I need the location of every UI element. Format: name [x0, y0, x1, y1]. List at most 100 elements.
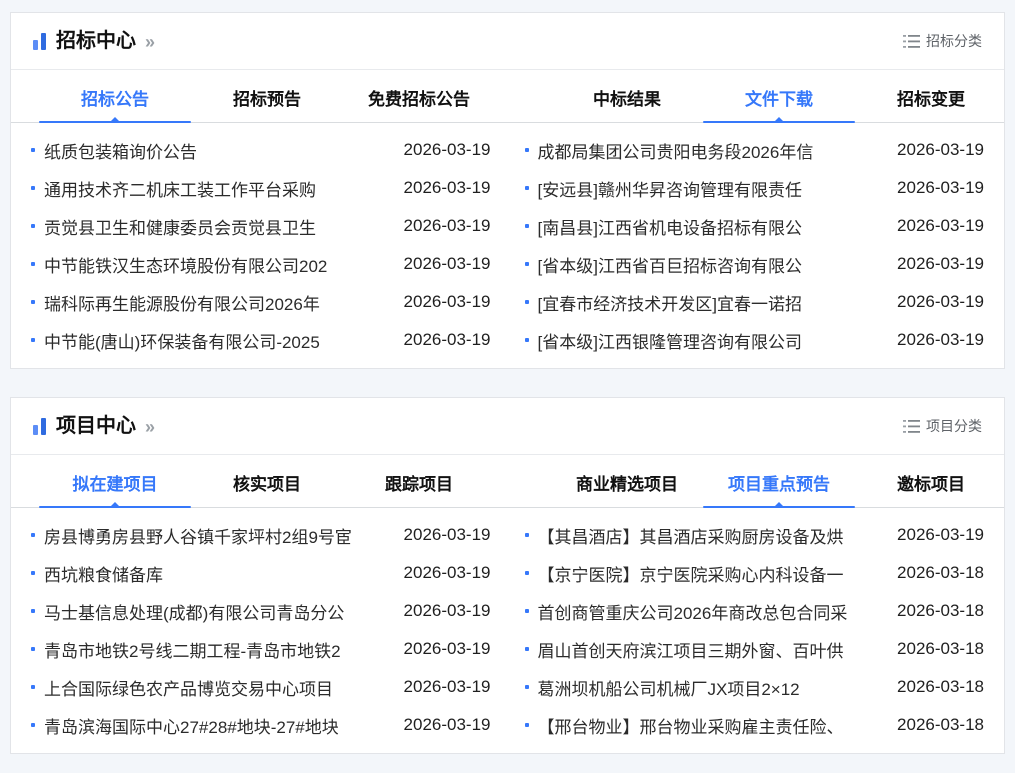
list-item[interactable]: 西坑粮食储备库 2026-03-19	[31, 554, 491, 592]
project-category-link[interactable]: 项目分类	[903, 416, 982, 436]
item-title: [省本级]江西省百巨招标咨询有限公	[538, 252, 884, 277]
item-title: 青岛市地铁2号线二期工程-青岛市地铁2	[44, 637, 390, 662]
list-item[interactable]: 成都局集团公司贵阳电务段2026年信2026-03-19	[525, 131, 985, 169]
tab-group-left: 拟在建项目 核实项目 跟踪项目	[11, 461, 523, 507]
list-item[interactable]: 【京宁医院】京宁医院采购心内科设备一2026-03-18	[525, 554, 985, 592]
list-item[interactable]: 青岛滨海国际中心27#28#地块-27#地块2026-03-19	[31, 706, 491, 744]
bullet-icon	[525, 609, 529, 613]
bullet-icon	[525, 186, 529, 190]
tab-bid-announcement[interactable]: 招标公告	[39, 76, 191, 122]
item-date: 2026-03-19	[897, 178, 984, 198]
section-title: 项目中心	[56, 416, 136, 436]
item-date: 2026-03-19	[404, 178, 491, 198]
bid-tab-bar: 招标公告 招标预告 免费招标公告 中标结果 文件下载 招标变更	[11, 76, 1004, 123]
item-date: 2026-03-19	[897, 525, 984, 545]
tab-bid-preview[interactable]: 招标预告	[191, 76, 343, 122]
tab-key-project-preview[interactable]: 项目重点预告	[703, 461, 855, 507]
item-title: 中节能(唐山)环保装备有限公司-2025	[44, 328, 390, 353]
list-item[interactable]: 贡觉县卫生和健康委员会贡觉县卫生2026-03-19	[31, 207, 491, 245]
item-title: 纸质包装箱询价公告	[44, 138, 390, 163]
bid-center-card: 招标中心 » 招标分类 招标公告 招标预告 免费招标公告 中标结果 文件下载 招…	[10, 12, 1005, 369]
list-item[interactable]: 中节能铁汉生态环境股份有限公司2022026-03-19	[31, 245, 491, 283]
list-item[interactable]: 【其昌酒店】其昌酒店采购厨房设备及烘2026-03-19	[525, 516, 985, 554]
list-item[interactable]: 【邢台物业】邢台物业采购雇主责任险、 2026-03-18	[525, 706, 985, 744]
tab-tracked-projects[interactable]: 跟踪项目	[343, 461, 495, 507]
item-title: 眉山首创天府滨江项目三期外窗、百叶供	[538, 637, 884, 662]
category-list-icon	[903, 35, 920, 48]
tab-free-bid-announcement[interactable]: 免费招标公告	[343, 76, 495, 122]
tab-win-result[interactable]: 中标结果	[551, 76, 703, 122]
project-tab-bar: 拟在建项目 核实项目 跟踪项目 商业精选项目 项目重点预告 邀标项目	[11, 461, 1004, 508]
list-item[interactable]: 葛洲坝机船公司机械厂JX项目2×12 2026-03-18	[525, 668, 985, 706]
item-title: 【邢台物业】邢台物业采购雇主责任险、	[538, 713, 884, 738]
item-title: [安远县]赣州华昇咨询管理有限责任	[538, 176, 884, 201]
bullet-icon	[525, 723, 529, 727]
item-date: 2026-03-19	[404, 330, 491, 350]
list-item[interactable]: 中节能(唐山)环保装备有限公司-2025 2026-03-19	[31, 321, 491, 359]
item-date: 2026-03-18	[897, 715, 984, 735]
tab-group-right: 商业精选项目 项目重点预告 邀标项目	[523, 461, 1005, 507]
list-item[interactable]: 马士基信息处理(成都)有限公司青岛分公2026-03-19	[31, 592, 491, 630]
section-title-link[interactable]: 招标中心 »	[33, 31, 155, 51]
list-item[interactable]: 上合国际绿色农产品博览交易中心项目2026-03-19	[31, 668, 491, 706]
tab-file-download[interactable]: 文件下载	[703, 76, 855, 122]
list-item[interactable]: [省本级]江西银隆管理咨询有限公司2026-03-19	[525, 321, 985, 359]
item-date: 2026-03-19	[897, 292, 984, 312]
item-title: 首创商管重庆公司2026年商改总包合同采	[538, 599, 884, 624]
item-date: 2026-03-19	[404, 140, 491, 160]
bullet-icon	[525, 300, 529, 304]
bullet-icon	[31, 186, 35, 190]
section-header: 招标中心 » 招标分类	[11, 13, 1004, 70]
list-item[interactable]: 房县博勇房县野人谷镇千家坪村2组9号宦2026-03-19	[31, 516, 491, 554]
item-date: 2026-03-19	[404, 639, 491, 659]
list-item[interactable]: [安远县]赣州华昇咨询管理有限责任 2026-03-19	[525, 169, 985, 207]
item-date: 2026-03-18	[897, 639, 984, 659]
tab-business-featured-projects[interactable]: 商业精选项目	[551, 461, 703, 507]
item-date: 2026-03-19	[404, 525, 491, 545]
tab-bid-change[interactable]: 招标变更	[855, 76, 1005, 122]
item-title: 西坑粮食储备库	[44, 561, 390, 586]
bullet-icon	[525, 338, 529, 342]
list-item[interactable]: 首创商管重庆公司2026年商改总包合同采 2026-03-18	[525, 592, 985, 630]
bid-list-column-left: 纸质包装箱询价公告 2026-03-19 通用技术齐二机床工装工作平台采购 2026…	[31, 131, 491, 359]
item-title: 上合国际绿色农产品博览交易中心项目	[44, 675, 390, 700]
bullet-icon	[31, 647, 35, 651]
list-item[interactable]: [南昌县]江西省机电设备招标有限公 2026-03-19	[525, 207, 985, 245]
item-date: 2026-03-19	[404, 292, 491, 312]
tab-verified-projects[interactable]: 核实项目	[191, 461, 343, 507]
tab-proposed-projects[interactable]: 拟在建项目	[39, 461, 191, 507]
list-item[interactable]: 纸质包装箱询价公告 2026-03-19	[31, 131, 491, 169]
bar-chart-icon	[33, 33, 47, 50]
bullet-icon	[525, 262, 529, 266]
more-arrow-icon: »	[145, 418, 155, 436]
list-item[interactable]: 通用技术齐二机床工装工作平台采购 2026-03-19	[31, 169, 491, 207]
section-title-link[interactable]: 项目中心 »	[33, 416, 155, 436]
bid-category-link[interactable]: 招标分类	[903, 31, 982, 51]
list-item[interactable]: 青岛市地铁2号线二期工程-青岛市地铁2 2026-03-19	[31, 630, 491, 668]
section-title: 招标中心	[56, 31, 136, 51]
bullet-icon	[525, 224, 529, 228]
item-title: [南昌县]江西省机电设备招标有限公	[538, 214, 884, 239]
item-date: 2026-03-19	[897, 330, 984, 350]
list-item[interactable]: 眉山首创天府滨江项目三期外窗、百叶供 2026-03-18	[525, 630, 985, 668]
item-date: 2026-03-18	[897, 601, 984, 621]
item-date: 2026-03-19	[404, 715, 491, 735]
item-date: 2026-03-18	[897, 677, 984, 697]
project-list-column-left: 房县博勇房县野人谷镇千家坪村2组9号宦2026-03-19 西坑粮食储备库 202…	[31, 516, 491, 744]
bid-list-column-right: 成都局集团公司贵阳电务段2026年信2026-03-19 [安远县]赣州华昇咨询…	[525, 131, 985, 359]
item-date: 2026-03-19	[897, 216, 984, 236]
tab-invited-projects[interactable]: 邀标项目	[855, 461, 1005, 507]
bullet-icon	[31, 338, 35, 342]
category-label: 招标分类	[926, 31, 982, 51]
list-item[interactable]: [宜春市经济技术开发区]宜春一诺招2026-03-19	[525, 283, 985, 321]
item-date: 2026-03-19	[404, 563, 491, 583]
item-title: 通用技术齐二机床工装工作平台采购	[44, 176, 390, 201]
project-center-card: 项目中心 » 项目分类 拟在建项目 核实项目 跟踪项目 商业精选项目 项目重点预…	[10, 397, 1005, 754]
category-label: 项目分类	[926, 416, 982, 436]
bullet-icon	[31, 723, 35, 727]
item-title: 葛洲坝机船公司机械厂JX项目2×12	[538, 675, 884, 700]
list-item[interactable]: 瑞科际再生能源股份有限公司2026年2026-03-19	[31, 283, 491, 321]
list-item[interactable]: [省本级]江西省百巨招标咨询有限公 2026-03-19	[525, 245, 985, 283]
item-date: 2026-03-19	[897, 254, 984, 274]
bullet-icon	[31, 148, 35, 152]
